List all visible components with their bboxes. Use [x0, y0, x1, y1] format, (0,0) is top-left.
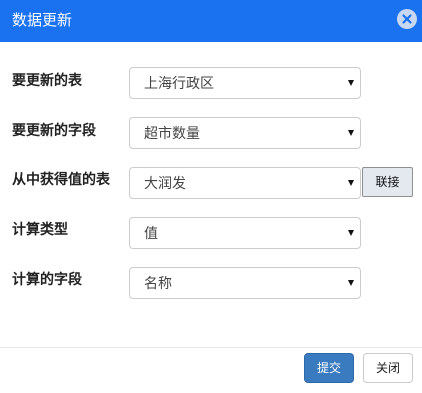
close-button[interactable]: 关闭: [363, 353, 413, 383]
join-button[interactable]: 联接: [362, 167, 413, 197]
field-label: 计算的字段: [12, 272, 82, 288]
calc-field-select[interactable]: 名称: [129, 267, 361, 299]
form-row-target-field: 要更新的字段 超市数量: [0, 117, 422, 151]
data-update-dialog: 数据更新 要更新的表 上海行政区 要更新的字段 超市数量 从中获得值的表 大润发…: [0, 0, 422, 393]
footer-divider: [0, 347, 422, 348]
dropdown-arrow-icon: [348, 230, 354, 236]
target-table-select[interactable]: 上海行政区: [129, 67, 361, 99]
field-label: 计算类型: [12, 222, 68, 238]
field-label: 要更新的字段: [12, 123, 96, 139]
select-value: 大润发: [144, 176, 186, 192]
source-table-select[interactable]: 大润发: [129, 167, 361, 199]
field-label: 要更新的表: [12, 73, 82, 89]
dropdown-arrow-icon: [348, 80, 354, 86]
select-value: 名称: [144, 276, 172, 292]
select-value: 上海行政区: [144, 76, 214, 92]
dialog-titlebar: 数据更新: [0, 0, 422, 42]
dropdown-arrow-icon: [348, 130, 354, 136]
dropdown-arrow-icon: [348, 280, 354, 286]
calc-type-select[interactable]: 值: [129, 217, 361, 249]
target-field-select[interactable]: 超市数量: [129, 117, 361, 149]
field-label: 从中获得值的表: [12, 172, 110, 188]
select-value: 值: [144, 226, 158, 242]
form-row-target-table: 要更新的表 上海行政区: [0, 67, 422, 101]
close-icon[interactable]: [397, 9, 417, 29]
form-row-source-table: 从中获得值的表 大润发 联接: [0, 167, 422, 201]
submit-button[interactable]: 提交: [304, 353, 354, 383]
form-row-calc-field: 计算的字段 名称: [0, 267, 422, 301]
select-value: 超市数量: [144, 126, 200, 142]
dialog-title: 数据更新: [12, 11, 73, 29]
dropdown-arrow-icon: [348, 180, 354, 186]
form-row-calc-type: 计算类型 值: [0, 217, 422, 251]
